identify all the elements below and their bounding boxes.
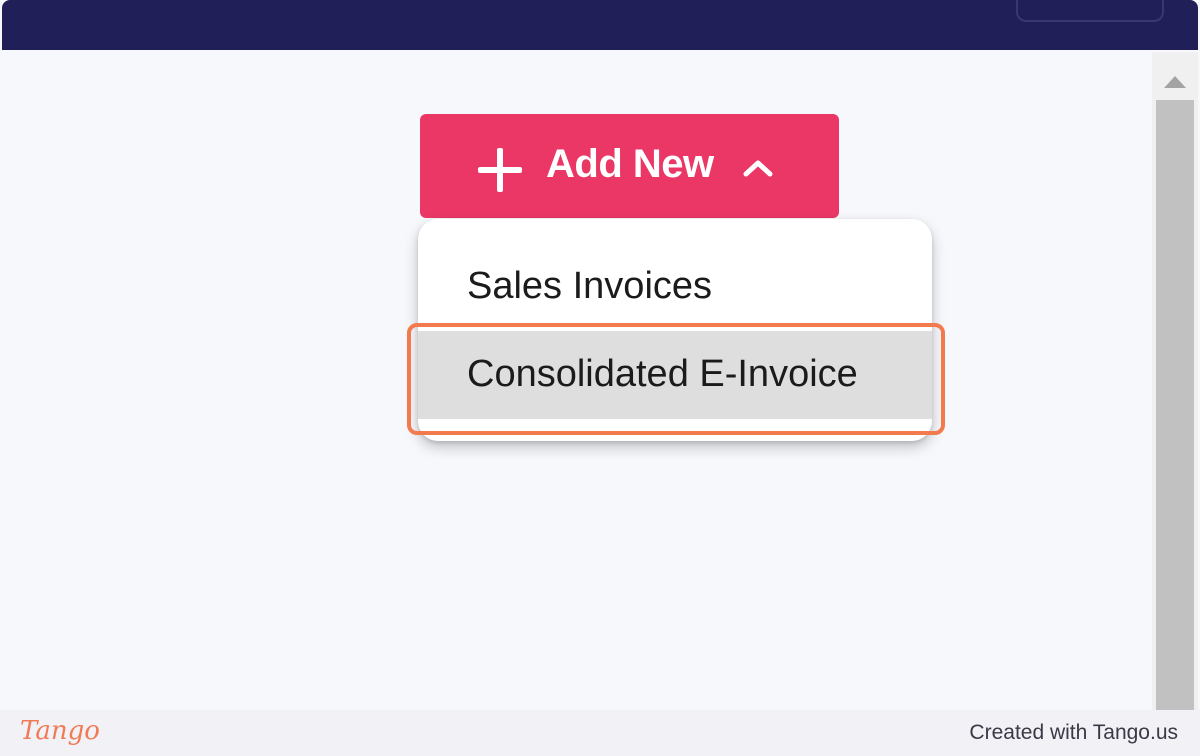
arrow-up-icon bbox=[1164, 76, 1186, 88]
vertical-scrollbar[interactable] bbox=[1152, 52, 1198, 710]
scrollbar-thumb[interactable] bbox=[1156, 100, 1194, 710]
add-new-label: Add New bbox=[546, 142, 714, 186]
menu-item-sales-invoices[interactable]: Sales Invoices bbox=[418, 243, 932, 331]
footer-bar: Tango Created with Tango.us bbox=[0, 710, 1200, 756]
menu-item-consolidated-e-invoice[interactable]: Consolidated E-Invoice bbox=[418, 331, 932, 419]
tango-logo: Tango bbox=[20, 716, 100, 746]
plus-icon bbox=[478, 148, 522, 192]
credit-text: Created with Tango.us bbox=[969, 721, 1178, 744]
menu-item-label: Sales Invoices bbox=[467, 265, 713, 307]
topbar-control[interactable] bbox=[1016, 0, 1164, 22]
top-navigation-bar bbox=[2, 0, 1198, 50]
chevron-up-icon bbox=[743, 160, 773, 177]
scroll-up-button[interactable] bbox=[1152, 66, 1198, 96]
menu-item-label: Consolidated E-Invoice bbox=[467, 353, 858, 395]
add-new-dropdown-menu: Sales Invoices Consolidated E-Invoice bbox=[418, 219, 932, 441]
app-frame: Add New Sales Invoices Consolidated E-In… bbox=[0, 0, 1200, 756]
